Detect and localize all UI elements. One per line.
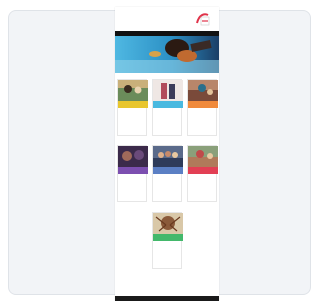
site-header	[118, 16, 186, 30]
hero-banner[interactable]	[115, 36, 219, 73]
section-card-7[interactable]	[152, 212, 183, 269]
section-image-1	[118, 80, 148, 101]
section-card-2[interactable]	[152, 79, 183, 136]
section-band-4	[118, 167, 148, 174]
section-card-6[interactable]	[187, 145, 218, 202]
section-band-1	[118, 101, 148, 108]
section-image-7	[153, 213, 183, 234]
section-band-5	[153, 167, 183, 174]
section-band-2	[153, 101, 183, 108]
section-card-5[interactable]	[152, 145, 183, 202]
section-band-3	[188, 101, 218, 108]
brand-logo-icon[interactable]	[192, 9, 214, 29]
section-card-4[interactable]	[117, 145, 148, 202]
section-image-4	[118, 146, 148, 167]
section-band-7	[153, 234, 183, 241]
webpage-thumbnail[interactable]	[115, 7, 219, 301]
section-card-1[interactable]	[117, 79, 148, 136]
section-band-6	[188, 167, 218, 174]
section-image-6	[188, 146, 218, 167]
section-image-2	[153, 80, 183, 101]
site-footer	[115, 296, 219, 301]
section-card-3[interactable]	[187, 79, 218, 136]
section-image-5	[153, 146, 183, 167]
section-image-3	[188, 80, 218, 101]
